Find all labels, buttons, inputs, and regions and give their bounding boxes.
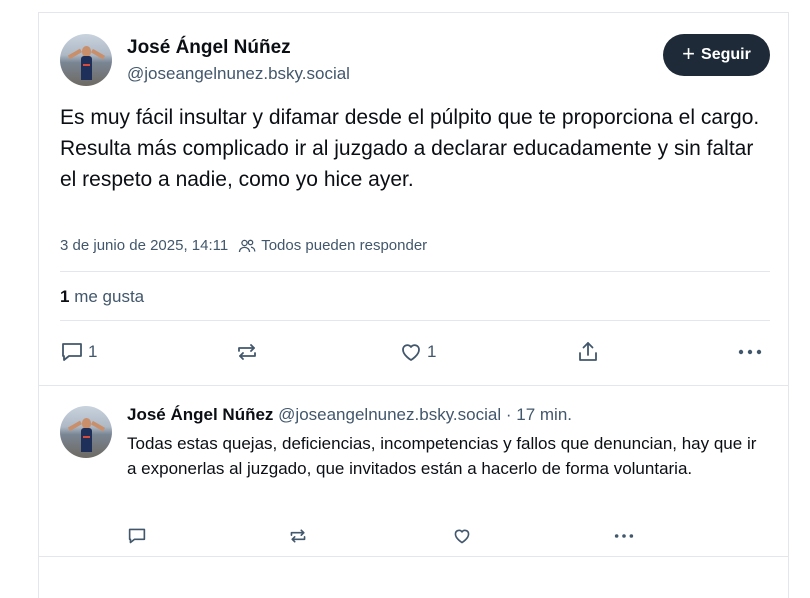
post-meta: 3 de junio de 2025, 14:11 Todos pueden r… xyxy=(60,237,427,254)
divider xyxy=(60,271,770,272)
follow-label: Seguir xyxy=(701,46,751,63)
avatar[interactable] xyxy=(60,34,112,86)
repost-icon xyxy=(235,341,259,363)
reply-author-handle[interactable]: @joseangelnunez.bsky.social xyxy=(278,405,501,424)
follow-button[interactable]: + Seguir xyxy=(663,34,770,76)
post-thread: José Ángel Núñez @joseangelnunez.bsky.so… xyxy=(38,12,789,598)
likes-count: 1 xyxy=(60,287,70,306)
post-text-line: Es muy fácil insultar y difamar desde el… xyxy=(60,106,760,129)
avatar[interactable] xyxy=(60,406,112,458)
people-icon xyxy=(238,238,256,254)
reply-count: 1 xyxy=(88,342,98,361)
speech-bubble-icon xyxy=(60,341,84,363)
heart-icon xyxy=(399,341,423,363)
repost-icon xyxy=(288,527,308,545)
reply-more-options-button[interactable] xyxy=(612,527,636,545)
reply-reply-button[interactable] xyxy=(127,527,147,545)
share-button[interactable] xyxy=(576,341,600,363)
ellipsis-icon xyxy=(737,341,763,363)
repost-button[interactable] xyxy=(235,341,259,363)
plus-icon: + xyxy=(682,41,696,66)
reply-post[interactable]: José Ángel Núñez @joseangelnunez.bsky.so… xyxy=(39,385,788,557)
like-button[interactable]: 1 xyxy=(399,341,436,363)
reply-repost-button[interactable] xyxy=(288,527,308,545)
like-count: 1 xyxy=(427,342,437,361)
author-name[interactable]: José Ángel Núñez xyxy=(127,37,291,59)
speech-bubble-icon xyxy=(127,527,147,545)
heart-icon xyxy=(452,527,472,545)
reply-header: José Ángel Núñez @joseangelnunez.bsky.so… xyxy=(127,405,572,425)
main-post: José Ángel Núñez @joseangelnunez.bsky.so… xyxy=(39,13,788,386)
reply-button[interactable]: 1 xyxy=(60,341,97,363)
likes-label: me gusta xyxy=(74,287,145,306)
ellipsis-icon xyxy=(612,527,636,545)
more-options-button[interactable] xyxy=(737,341,763,363)
reply-time[interactable]: · 17 min. xyxy=(506,405,572,424)
divider xyxy=(60,320,770,321)
post-text: Es muy fácil insultar y difamar desde el… xyxy=(60,102,775,195)
reply-setting: Todos pueden responder xyxy=(238,237,427,254)
reply-author-name[interactable]: José Ángel Núñez xyxy=(127,405,273,424)
author-handle[interactable]: @joseangelnunez.bsky.social xyxy=(127,64,350,84)
likes-summary[interactable]: 1 me gusta xyxy=(60,287,144,307)
share-icon xyxy=(576,341,600,363)
timestamp[interactable]: 3 de junio de 2025, 14:11 xyxy=(60,237,228,254)
reply-text: Todas estas quejas, deficiencias, incomp… xyxy=(127,434,757,478)
reply-like-button[interactable] xyxy=(452,527,472,545)
post-text-line: Resulta más complicado ir al juzgado a d… xyxy=(60,137,754,191)
reply-setting-label: Todos pueden responder xyxy=(261,237,428,254)
